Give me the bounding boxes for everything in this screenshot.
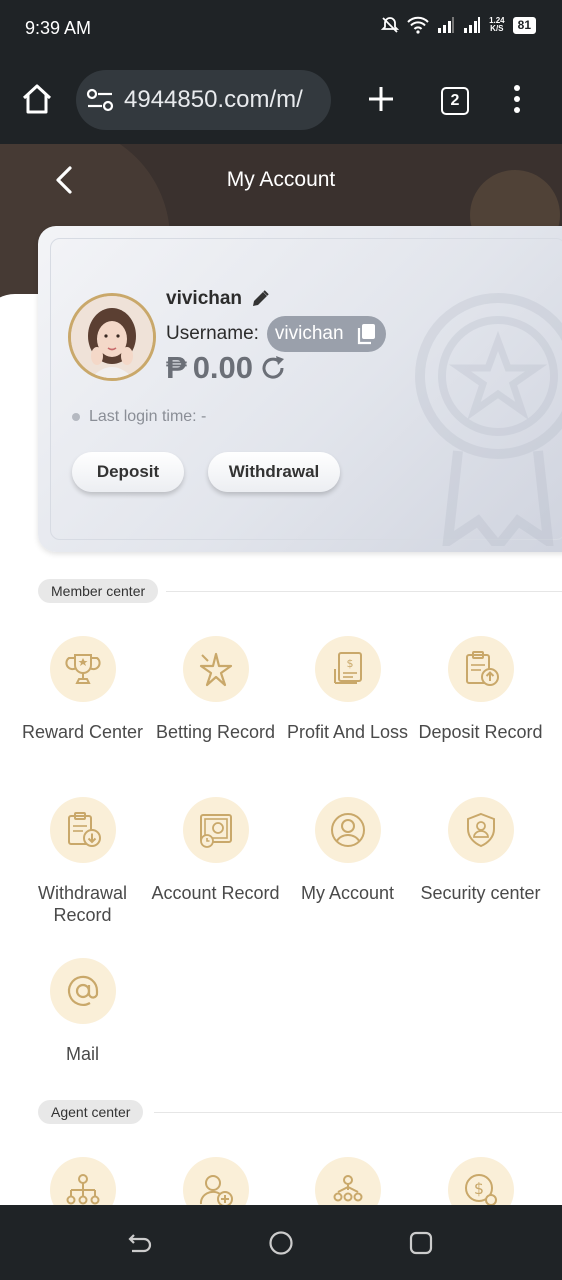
copy-icon[interactable] [356, 323, 376, 345]
svg-text:$: $ [473, 1179, 483, 1198]
browser-toolbar: 4944850.com/m/ 2 [0, 56, 562, 144]
balance-amount: 0.00 [192, 350, 254, 385]
page-title: My Account [226, 168, 336, 191]
status-bar: 9:39 AM 1.24 K/S 81 [0, 0, 562, 56]
avatar-portrait-icon [71, 296, 153, 378]
member-center-title: Member center [38, 579, 159, 603]
site-settings-icon[interactable] [86, 88, 114, 112]
wifi-icon [407, 16, 429, 34]
deposit-button[interactable]: Deposit [72, 452, 184, 492]
status-icons: 1.24 K/S 81 [381, 16, 536, 34]
grid-item-label: My Account [300, 883, 395, 903]
url-text: 4944850.com/m/ [124, 86, 303, 113]
browser-menu-icon[interactable] [510, 85, 524, 117]
grid-item-label: Mail [65, 1044, 99, 1064]
grid-item-label: Reward Center [21, 722, 144, 742]
profit-and-loss-item[interactable]: $ Profit And Loss [281, 636, 414, 743]
recents-icon[interactable] [407, 1229, 435, 1257]
document-dollar-icon: $ [314, 636, 381, 702]
grid-item-label: Deposit Record [418, 722, 543, 742]
refresh-icon[interactable] [259, 354, 287, 382]
signal-icon-2 [464, 17, 481, 33]
speed-unit: K/S [490, 24, 504, 33]
back-gesture-icon[interactable] [126, 1229, 154, 1257]
new-tab-icon[interactable] [364, 82, 398, 116]
betting-record-item[interactable]: Betting Record [149, 636, 282, 743]
battery-indicator: 81 [512, 16, 536, 34]
status-dot [72, 413, 80, 421]
grid-item-label: Account Record [151, 883, 280, 903]
deposit-record-item[interactable]: Deposit Record [414, 636, 547, 743]
system-navigation-bar [0, 1205, 562, 1280]
home-icon[interactable] [20, 82, 54, 116]
clipboard-download-icon [49, 797, 116, 863]
reward-center-item[interactable]: Reward Center [16, 636, 149, 743]
at-sign-icon [49, 958, 116, 1024]
mute-notification-icon [381, 17, 400, 33]
security-center-item[interactable]: Security center [414, 797, 547, 904]
clipboard-upload-icon [447, 636, 514, 702]
grid-item-label: Profit And Loss [286, 722, 409, 742]
trophy-icon [49, 636, 116, 702]
safe-clock-icon [182, 797, 249, 863]
section-divider [154, 1112, 562, 1113]
grid-item-label: Betting Record [155, 722, 276, 742]
tab-switcher-button[interactable]: 2 [441, 87, 469, 115]
last-login-text: Last login time: - [89, 408, 207, 425]
nickname: vivichan [166, 288, 243, 309]
username-value: vivichan [274, 323, 344, 344]
signal-icon-1 [438, 17, 455, 33]
agent-center-header: Agent center [38, 1100, 562, 1124]
account-record-item[interactable]: Account Record [149, 797, 282, 904]
member-center-header: Member center [38, 579, 562, 603]
address-bar[interactable]: 4944850.com/m/ [76, 70, 331, 130]
network-speed: 1.24 K/S [489, 17, 505, 33]
avatar[interactable] [68, 293, 156, 381]
grid-item-label: Withdrawal Record [37, 883, 128, 925]
username-row: Username: vivichan [166, 316, 386, 352]
edit-pencil-icon[interactable] [250, 289, 270, 309]
balance-row: ₱ 0.00 [166, 350, 287, 386]
svg-text:$: $ [346, 657, 353, 670]
last-login: Last login time: - [72, 408, 206, 426]
shield-user-icon [447, 797, 514, 863]
grid-item-label: Security center [420, 883, 541, 903]
withdrawal-button[interactable]: Withdrawal [208, 452, 340, 492]
home-circle-icon[interactable] [267, 1229, 295, 1257]
currency-symbol: ₱ [166, 350, 187, 385]
medal-watermark-icon [415, 293, 562, 546]
nickname-row: vivichan [166, 288, 270, 310]
mail-item[interactable]: Mail [16, 958, 149, 1065]
user-circle-icon [314, 797, 381, 863]
star-burst-icon [182, 636, 249, 702]
section-divider [166, 591, 562, 592]
username-label: Username: [166, 323, 259, 344]
my-account-item[interactable]: My Account [281, 797, 414, 904]
username-pill: vivichan [266, 316, 386, 352]
status-time: 9:39 AM [25, 18, 92, 38]
account-card: vivichan Username: vivichan ₱ 0.00 Last … [38, 226, 562, 552]
withdrawal-record-item[interactable]: Withdrawal Record [16, 797, 149, 926]
agent-center-title: Agent center [38, 1100, 144, 1124]
